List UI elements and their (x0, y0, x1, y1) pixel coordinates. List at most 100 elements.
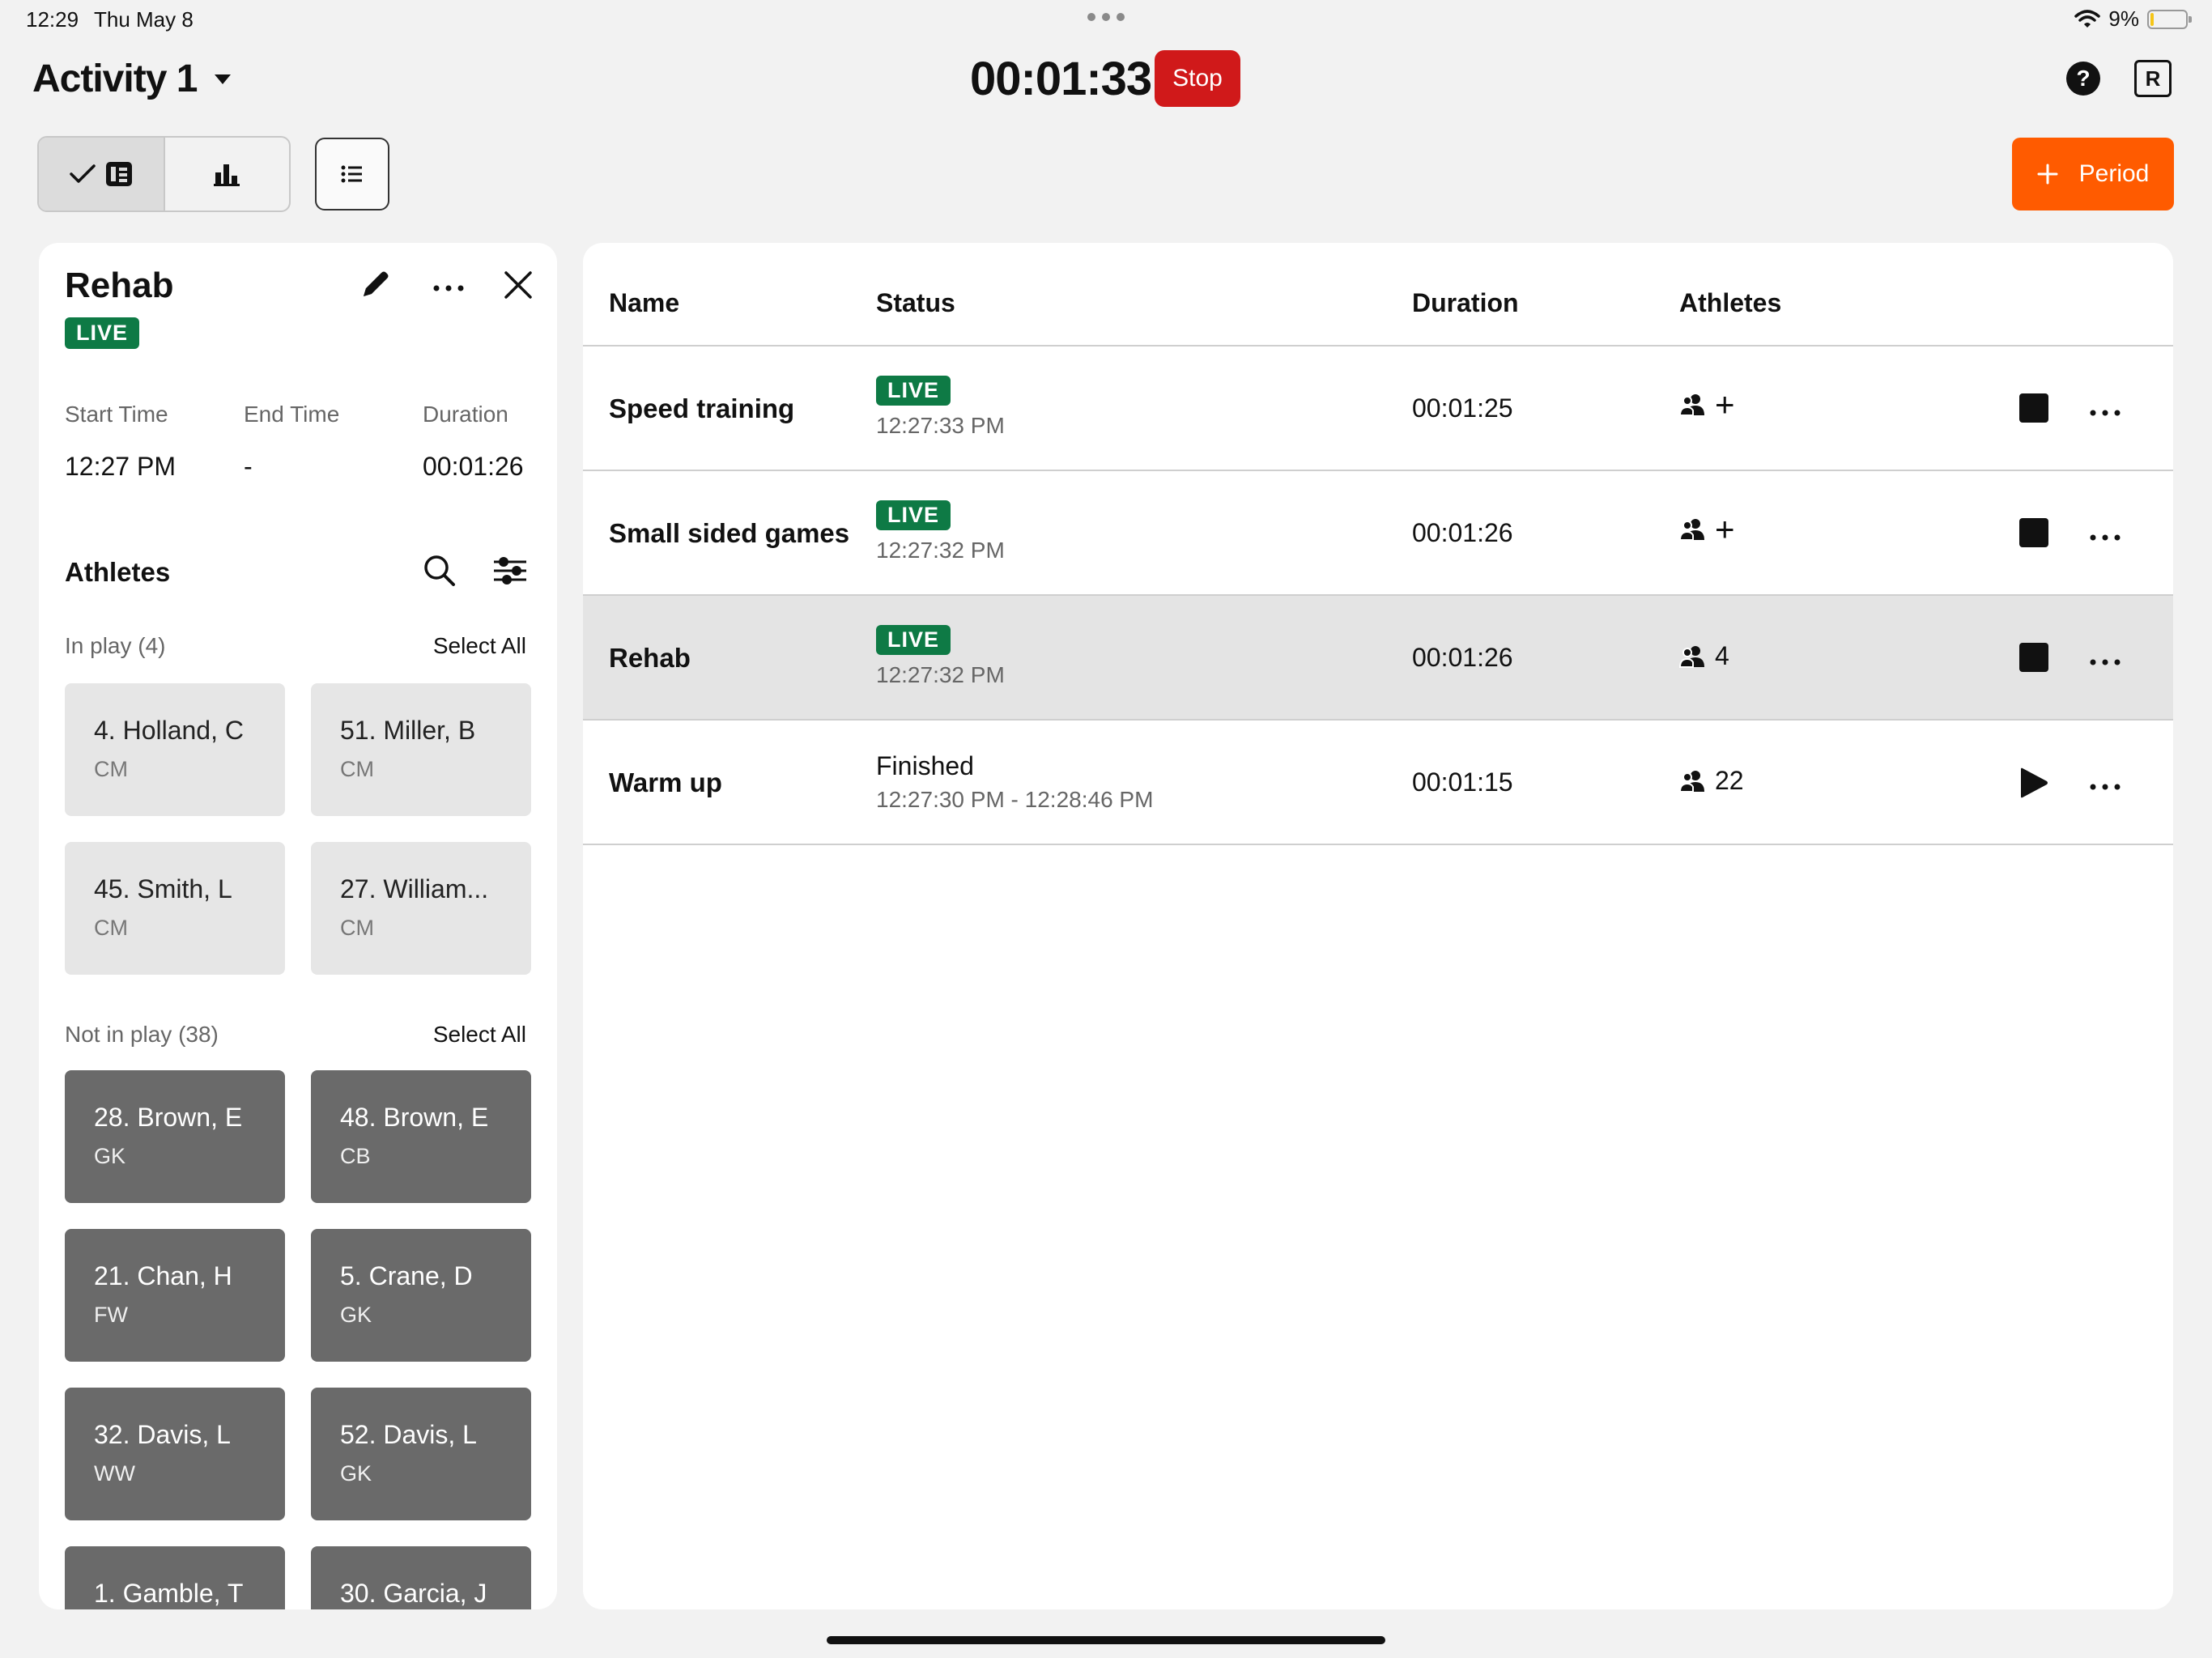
athletes-cell[interactable]: 4 (1679, 641, 1729, 671)
athletes-cell[interactable]: 22 (1679, 766, 1744, 796)
table-row[interactable]: Speed trainingLIVE12:27:33 PM00:01:25+ (583, 346, 2173, 471)
status-bar: 12:29 Thu May 8 9% (0, 0, 2212, 40)
athlete-tile[interactable]: 1. Gamble, T (65, 1546, 285, 1609)
duration-label: Duration (423, 402, 508, 427)
athlete-name: 4. Holland, C (94, 716, 285, 746)
column-header-name[interactable]: Name (609, 288, 679, 318)
list-card-icon (104, 160, 134, 188)
row-more-button[interactable] (2089, 780, 2121, 795)
row-more-button[interactable] (2089, 531, 2121, 546)
status-indicators: 9% (2074, 6, 2188, 32)
athlete-position: WW (94, 1461, 285, 1486)
athlete-position: GK (94, 1144, 285, 1169)
athlete-count: 22 (1715, 766, 1744, 796)
athletes-icon (1679, 393, 1707, 417)
bar-chart-icon (212, 161, 241, 187)
more-horizontal-icon (2089, 783, 2121, 791)
home-indicator[interactable] (827, 1636, 1385, 1644)
search-button[interactable] (423, 554, 457, 592)
table-row[interactable]: Rehab LIVE 12:27:32 PM 00:01:26 4 (583, 596, 2173, 721)
stop-period-button[interactable] (2019, 643, 2048, 676)
sliders-icon (492, 554, 528, 588)
in-play-label: In play (4) (65, 633, 166, 659)
stop-period-button[interactable] (2019, 393, 2048, 427)
athlete-tile[interactable]: 5. Crane, DGK (311, 1229, 531, 1362)
period-duration: 00:01:25 (1412, 393, 1513, 423)
live-badge: LIVE (876, 500, 951, 530)
status-time: 12:27:32 PM (876, 662, 1005, 688)
athlete-tile[interactable]: 30. Garcia, J (311, 1546, 531, 1609)
athlete-tile[interactable]: 28. Brown, EGK (65, 1070, 285, 1203)
periods-view-tab[interactable] (39, 138, 165, 210)
caret-down-icon (215, 74, 231, 84)
athlete-position: FW (94, 1303, 285, 1328)
add-period-button[interactable]: Period (2012, 138, 2174, 210)
period-duration: 00:01:26 (1412, 518, 1513, 548)
r-button[interactable]: R (2134, 60, 2172, 97)
more-horizontal-icon (2089, 658, 2121, 666)
athlete-tile[interactable]: 27. William...CM (311, 842, 531, 975)
view-toggle (37, 136, 291, 212)
stop-button[interactable]: Stop (1155, 50, 1240, 107)
athletes-cell[interactable]: + (1679, 517, 1735, 542)
stop-period-button[interactable] (2019, 518, 2048, 551)
table-row[interactable]: Small sided games LIVE 12:27:32 PM 00:01:26… (583, 471, 2173, 596)
close-button[interactable] (502, 269, 534, 305)
activity-selector[interactable]: Activity 1 (32, 57, 231, 101)
column-header-status[interactable]: Status (876, 288, 955, 318)
athlete-tile[interactable]: 45. Smith, L CM (65, 842, 285, 975)
help-icon[interactable]: ? (2066, 62, 2100, 96)
more-button[interactable] (432, 282, 465, 296)
athletes-cell[interactable]: + (1679, 392, 1735, 418)
period-duration: 00:01:26 (1412, 643, 1513, 673)
row-more-button[interactable] (2089, 406, 2121, 421)
select-all-not-in-play[interactable]: Select All (433, 1022, 526, 1048)
column-header-duration[interactable]: Duration (1412, 288, 1519, 318)
start-time-value: 12:27 PM (65, 452, 176, 482)
athlete-tile[interactable]: 21. Chan, H FW (65, 1229, 285, 1362)
period-name: Rehab (609, 643, 691, 674)
athlete-count: 4 (1715, 641, 1729, 671)
period-duration: 00:01:15 (1412, 767, 1513, 797)
play-period-button[interactable] (2019, 767, 2048, 802)
multitasking-dots-icon[interactable] (1087, 13, 1125, 21)
select-all-in-play[interactable]: Select All (433, 633, 526, 659)
athlete-name: 51. Miller, B (340, 716, 531, 746)
activity-title: Activity 1 (32, 57, 197, 101)
list-icon (341, 164, 364, 184)
athlete-tile[interactable]: 48. Brown, ECB (311, 1070, 531, 1203)
search-icon (423, 554, 457, 588)
status-time: 12:27:33 PM (876, 413, 1005, 439)
athlete-name: 32. Davis, L (94, 1420, 285, 1450)
row-more-button[interactable] (2089, 656, 2121, 670)
athlete-name: 1. Gamble, T (94, 1579, 285, 1609)
edit-button[interactable] (359, 267, 393, 305)
live-badge: LIVE (876, 625, 951, 655)
period-name: Small sided games (609, 518, 849, 549)
athlete-tile[interactable]: 51. Miller, B CM (311, 683, 531, 816)
athlete-position: CM (94, 916, 285, 941)
end-time-label: End Time (244, 402, 339, 427)
filter-button[interactable] (492, 554, 528, 592)
stats-view-tab[interactable] (165, 138, 290, 210)
table-row[interactable]: Warm upFinished12:27:30 PM - 12:28:46 PM… (583, 721, 2173, 845)
column-header-athletes[interactable]: Athletes (1679, 288, 1781, 318)
periods-table: Name Status Duration Athletes Speed trai… (583, 243, 2173, 1609)
athlete-tile[interactable]: 4. Holland, C CM (65, 683, 285, 816)
list-view-button[interactable] (315, 138, 389, 210)
status-time: 12:27:32 PM (876, 538, 1005, 563)
battery-percent: 9% (2108, 6, 2139, 32)
athletes-icon (1679, 644, 1707, 669)
period-name: Speed training (609, 393, 794, 424)
battery-icon (2147, 10, 2188, 29)
live-badge: LIVE (65, 317, 139, 349)
add-athletes-icon: + (1715, 392, 1735, 418)
close-icon (502, 269, 534, 301)
athlete-name: 21. Chan, H (94, 1261, 285, 1291)
athlete-tile[interactable]: 52. Davis, LGK (311, 1388, 531, 1520)
athlete-position: CM (340, 757, 531, 782)
athlete-position: CM (94, 757, 285, 782)
activity-timer: 00:01:33 (970, 52, 1151, 106)
athlete-name: 45. Smith, L (94, 874, 285, 904)
athlete-tile[interactable]: 32. Davis, L WW (65, 1388, 285, 1520)
